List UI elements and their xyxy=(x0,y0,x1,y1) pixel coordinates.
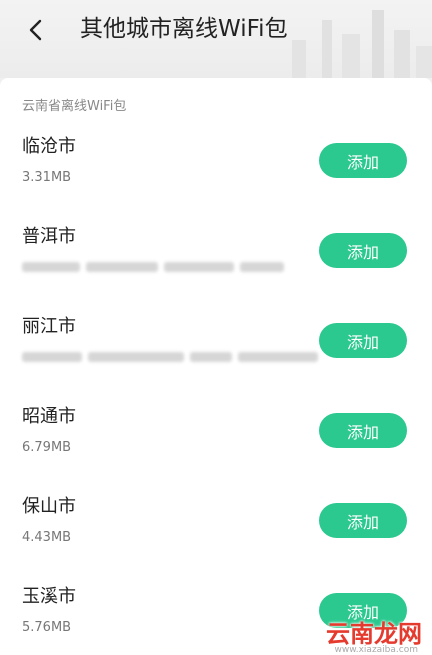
city-name: 保山市 xyxy=(22,496,76,517)
city-name: 玉溪市 xyxy=(22,586,76,607)
package-size: 6.79MB xyxy=(22,440,72,455)
app-header: 其他城市离线WiFi包 xyxy=(0,0,432,78)
section-label: 云南省离线WiFi包 xyxy=(22,99,127,114)
add-button-puer[interactable]: 添加 xyxy=(319,233,407,268)
add-button-zhaotong[interactable]: 添加 xyxy=(319,413,407,448)
watermark-url: www.xiazaiba.com xyxy=(334,645,418,655)
page-title: 其他城市离线WiFi包 xyxy=(80,16,288,42)
city-list-card: 云南省离线WiFi包 临沧市 3.31MB 添加 普洱市 添加 丽江市 添加 昭… xyxy=(0,78,432,655)
add-button-lincang[interactable]: 添加 xyxy=(319,143,407,178)
chevron-left-icon xyxy=(29,19,42,41)
city-name: 临沧市 xyxy=(22,136,76,157)
add-button-baoshan[interactable]: 添加 xyxy=(319,503,407,538)
city-row-puer: 普洱市 添加 xyxy=(0,224,432,314)
city-row-lijiang: 丽江市 添加 xyxy=(0,314,432,404)
blurred-size-text xyxy=(22,350,318,364)
add-button-lijiang[interactable]: 添加 xyxy=(319,323,407,358)
package-size: 3.31MB xyxy=(22,170,72,185)
package-size: 5.76MB xyxy=(22,620,72,635)
city-row-zhaotong: 昭通市 6.79MB 添加 xyxy=(0,404,432,494)
watermark-brand: 云南龙网 xyxy=(326,620,422,648)
city-name: 昭通市 xyxy=(22,406,76,427)
city-row-lincang: 临沧市 3.31MB 添加 xyxy=(0,134,432,224)
city-name: 普洱市 xyxy=(22,226,76,247)
package-size: 4.43MB xyxy=(22,530,72,545)
back-button[interactable] xyxy=(20,14,52,46)
blurred-size-text xyxy=(22,260,284,274)
city-name: 丽江市 xyxy=(22,316,76,337)
city-row-baoshan: 保山市 4.43MB 添加 xyxy=(0,494,432,584)
